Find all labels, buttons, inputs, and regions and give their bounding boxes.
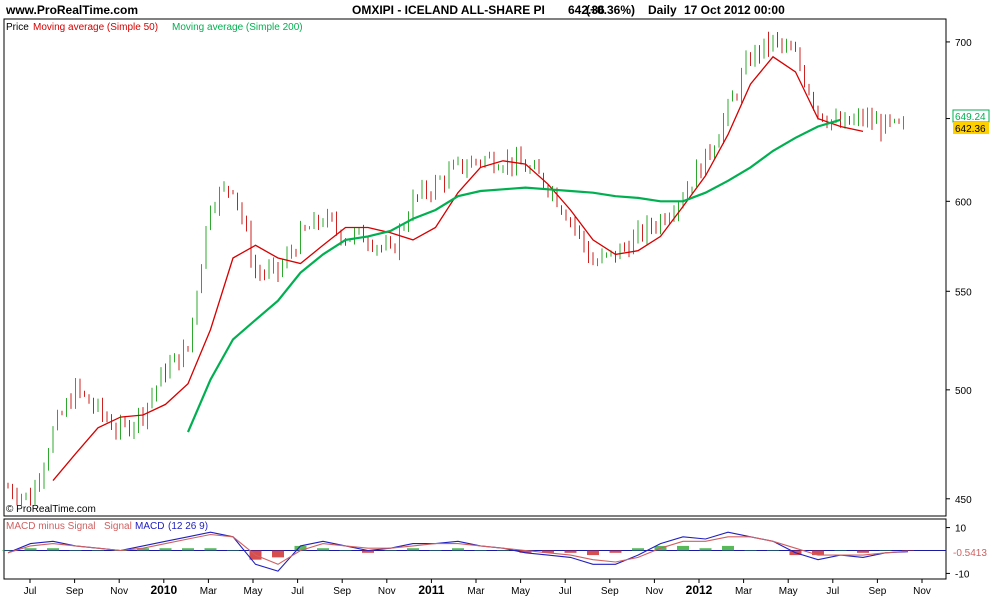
macd-value-text: -0.5413 [953, 548, 987, 559]
chart-window: www.ProRealTime.com OMXIPI - ICELAND ALL… [0, 0, 1000, 600]
x-tick-label: Jul [559, 586, 572, 597]
price-value-text: 642.36 [955, 124, 986, 135]
x-tick-label: Sep [601, 586, 619, 597]
x-tick-label: Jul [291, 586, 304, 597]
macd-hist-bar [722, 545, 734, 551]
macd-hist-bar [24, 548, 37, 551]
macd-hist-bar [879, 550, 892, 551]
macd-hist-bar [92, 550, 104, 551]
macd-hist-bar [474, 550, 487, 551]
y-tick-label: 700 [955, 38, 972, 49]
macd-hist-bar [834, 550, 847, 551]
header-datetime: 17 Oct 2012 00:00 [684, 3, 785, 17]
macd-hist-bar [587, 550, 599, 556]
macd-hist-bar [159, 548, 172, 551]
x-tick-label: Nov [646, 586, 664, 597]
macd-hist-bar [227, 550, 239, 551]
legend-ma200: Moving average (Simple 200) [172, 22, 303, 33]
x-tick-label: Nov [378, 586, 396, 597]
x-tick-label: Jul [24, 586, 37, 597]
header-change: (+0.36%) [586, 3, 635, 17]
x-tick-label: Nov [110, 586, 128, 597]
macd-hist-bar [767, 550, 779, 551]
x-tick-label: 2011 [418, 583, 444, 597]
y-tick-label: 600 [955, 197, 972, 208]
macd-hist-bar [272, 550, 284, 558]
macd-legend: MACD minus Signal Signal MACD (12 26 9) [6, 521, 208, 532]
legend-signal: Signal [104, 521, 132, 532]
instrument-title: OMXIPI - ICELAND ALL-SHARE PI [352, 3, 545, 17]
y-tick-label: 450 [955, 495, 972, 506]
macd-hist-bar [699, 548, 712, 551]
macd-hist-bar [452, 548, 464, 551]
x-tick-label: Sep [869, 586, 887, 597]
legend-price: Price [6, 22, 29, 33]
background [0, 0, 1000, 600]
x-tick-label: Mar [200, 586, 218, 597]
ma200-value-text: 649.24 [955, 112, 986, 123]
macd-hist-bar [609, 550, 622, 553]
macd-hist-bar [69, 550, 82, 551]
macd-hist-bar [317, 548, 329, 551]
macd-y-tick-label: 10 [955, 524, 967, 535]
price-legend: Price Moving average (Simple 50) Moving … [6, 22, 303, 33]
x-tick-label: Mar [467, 586, 485, 597]
legend-macd: MACD [135, 521, 164, 532]
macd-hist-bar [632, 548, 644, 551]
macd-hist-bar [384, 550, 397, 551]
y-tick-label: 500 [955, 386, 972, 397]
x-tick-label: May [244, 586, 263, 597]
site-title[interactable]: www.ProRealTime.com [5, 3, 138, 17]
macd-hist-bar [429, 550, 442, 551]
watermark: © ProRealTime.com [6, 504, 96, 515]
macd-hist-bar [407, 548, 419, 551]
x-tick-label: Sep [333, 586, 351, 597]
y-tick-label: 550 [955, 287, 972, 298]
macd-hist-bar [677, 545, 689, 551]
header-period: Daily [648, 3, 677, 17]
macd-hist-bar [564, 550, 577, 553]
x-tick-label: May [779, 586, 798, 597]
x-tick-label: Mar [735, 586, 753, 597]
x-tick-label: Jul [826, 586, 839, 597]
x-tick-label: 2012 [686, 583, 713, 597]
legend-macd-hist: MACD minus Signal [6, 521, 95, 532]
legend-macd-params: (12 26 9) [168, 521, 208, 532]
x-tick-label: 2010 [150, 583, 177, 597]
macd-y-tick-label: -10 [955, 569, 970, 580]
macd-hist-bar [497, 550, 509, 551]
macd-hist-bar [902, 550, 914, 551]
x-tick-label: Sep [66, 586, 84, 597]
x-tick-label: May [511, 586, 530, 597]
macd-hist-bar [182, 548, 194, 551]
x-tick-label: Nov [913, 586, 931, 597]
macd-hist-bar [204, 548, 217, 551]
legend-ma50: Moving average (Simple 50) [33, 22, 158, 33]
macd-hist-bar [339, 550, 352, 551]
macd-hist-bar [857, 550, 869, 553]
macd-hist-bar [47, 548, 59, 551]
macd-hist-bar [812, 550, 824, 556]
macd-hist-bar [744, 550, 757, 551]
chart-svg: www.ProRealTime.com OMXIPI - ICELAND ALL… [0, 0, 1000, 600]
